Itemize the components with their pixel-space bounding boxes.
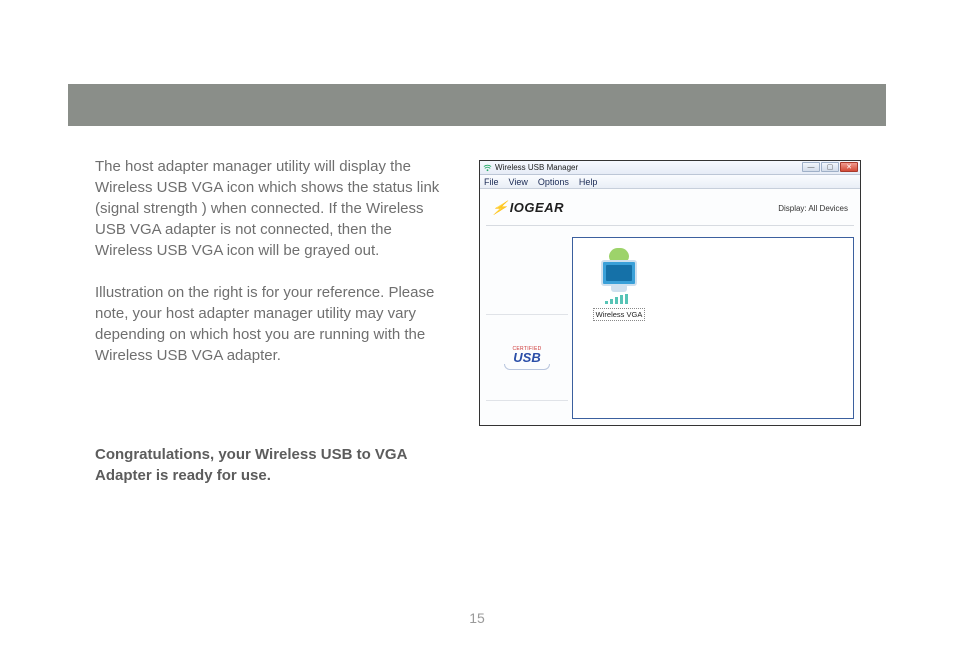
wireless-icon xyxy=(482,163,492,173)
menu-view[interactable]: View xyxy=(509,177,528,187)
badge-line2: USB xyxy=(513,352,540,363)
page-number: 15 xyxy=(0,610,954,626)
menu-options[interactable]: Options xyxy=(538,177,569,187)
wireless-vga-device-icon xyxy=(595,248,643,304)
paragraph-2: Illustration on the right is for your re… xyxy=(95,282,445,366)
monitor-stand-icon xyxy=(611,286,627,292)
sidebar: CERTIFIED USB xyxy=(486,229,568,419)
window-controls: — ▢ ✕ xyxy=(802,162,858,172)
brand-bar: ⚡IOGEAR Display: All Devices xyxy=(486,193,854,223)
sidebar-slot-usb[interactable]: CERTIFIED USB xyxy=(486,315,568,401)
signal-strength-icon xyxy=(605,294,628,304)
content-area: ⚡IOGEAR Display: All Devices CERTIFIED U… xyxy=(480,189,860,425)
device-tile-wireless-vga[interactable]: Wireless VGA xyxy=(587,248,651,321)
app-window: Wireless USB Manager — ▢ ✕ File View Opt… xyxy=(479,160,861,426)
menu-help[interactable]: Help xyxy=(579,177,598,187)
menu-bar: File View Options Help xyxy=(480,175,860,189)
close-button[interactable]: ✕ xyxy=(840,162,858,172)
page-header-bar xyxy=(68,84,886,126)
window-titlebar: Wireless USB Manager — ▢ ✕ xyxy=(480,161,860,175)
wireless-usb-badge-icon: CERTIFIED USB xyxy=(504,346,550,370)
display-filter-label: Display: All Devices xyxy=(778,204,848,213)
maximize-button[interactable]: ▢ xyxy=(821,162,839,172)
device-label: Wireless VGA xyxy=(593,308,646,321)
divider xyxy=(486,225,854,226)
menu-file[interactable]: File xyxy=(484,177,499,187)
device-panel: Wireless VGA xyxy=(572,237,854,419)
congratulations-text: Congratulations, your Wireless USB to VG… xyxy=(95,444,445,486)
sidebar-slot-empty xyxy=(486,229,568,315)
paragraph-1: The host adapter manager utility will di… xyxy=(95,156,445,261)
badge-arc-icon xyxy=(504,364,550,370)
body-text-block: The host adapter manager utility will di… xyxy=(95,156,445,387)
minimize-button[interactable]: — xyxy=(802,162,820,172)
iogear-logo: ⚡IOGEAR xyxy=(492,200,564,216)
window-title: Wireless USB Manager xyxy=(495,163,578,172)
monitor-icon xyxy=(601,260,637,286)
